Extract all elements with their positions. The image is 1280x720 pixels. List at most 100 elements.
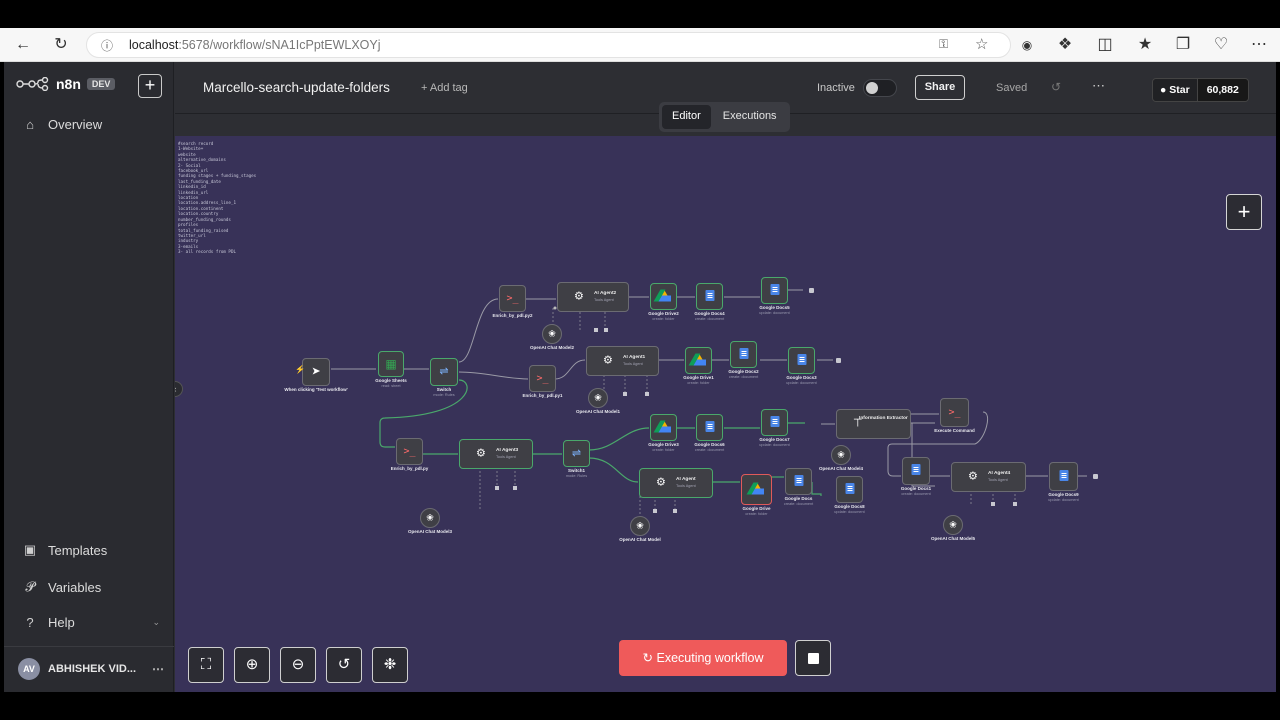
node-openai-chat-model-4[interactable]: ❀ OpenAI Chat Model4 [819,445,863,471]
node-switch-1[interactable]: ⇌ Switch1 mode: Rules [563,440,590,478]
node-information-extractor[interactable]: ⊤ Information Extractor [836,409,911,439]
node-manual-trigger[interactable]: ➤ When clicking 'Test workflow' [284,358,348,392]
node-ai-agent-4[interactable]: ⚙ AI Agent4 Tools Agent [951,462,1026,492]
node-openai-chat-model-1[interactable]: ❀ OpenAI Chat Model1 [576,388,620,414]
node-title: OpenAI Chat Model5 [930,536,975,541]
sidebar-item-label: Templates [48,542,108,558]
google-docs-icon [845,482,854,497]
add-tag-button[interactable]: + Add tag [421,82,468,94]
node-ai-agent[interactable]: ⚙ AI Agent Tools Agent [639,468,713,498]
favorites-icon[interactable]: ★ [1134,34,1156,56]
node-subtitle: create: document [901,492,931,496]
node-execute-command[interactable]: >_ Execute Command [934,398,975,433]
robot-icon: ⚙ [603,354,613,367]
back-arrow-icon[interactable]: ← [12,34,34,56]
node-title: Enrich_by_pdl.py2 [492,313,533,318]
sidebar-item-help[interactable]: ? Help ⌄ [22,615,160,630]
execute-workflow-button[interactable]: ↻ Executing workflow [619,640,787,676]
openai-icon: ❀ [837,449,845,460]
more-menu-icon[interactable]: ⋯ [1248,34,1270,56]
record-icon[interactable]: ◉ [1016,34,1038,56]
node-google-docs-8[interactable]: Google Docs8 update: document [834,476,865,514]
sidebar-item-overview[interactable]: ⌂ Overview [22,117,102,132]
sidebar-item-templates[interactable]: ▣ Templates [22,542,107,558]
stop-execution-button[interactable] [795,640,831,676]
tab-editor[interactable]: Editor [662,105,711,129]
node-subtitle: mode: Rules [565,474,588,478]
node-google-docs-6[interactable]: Google Docs6 create: document [694,414,725,452]
node-google-docs-9[interactable]: Google Docs9 update: document [1048,462,1079,502]
collections-icon[interactable]: ❐ [1172,34,1194,56]
node-google-docs[interactable]: Google Docs create: document [784,468,813,506]
github-star-button[interactable]: ● Star 60,882 [1152,78,1249,102]
user-more-icon[interactable]: ⋯ [152,662,164,676]
home-icon: ⌂ [26,117,34,132]
history-icon[interactable]: ↺ [1051,80,1061,94]
share-button[interactable]: Share [915,75,965,100]
debug-button[interactable]: ❉ [372,647,408,683]
node-google-docs-5[interactable]: Google Docs5 update: document [759,277,790,315]
google-docs-icon [705,420,714,435]
node-title: Google Docs7 [759,437,790,442]
node-enrich-pdl-1[interactable]: >_ Enrich_by_pdl.py1 [522,365,563,398]
google-docs-icon [770,283,779,298]
node-openai-chat-model-2[interactable]: ❀ OpenAI Chat Model2 [530,324,574,350]
zoom-in-button[interactable]: ⊕ [234,647,270,683]
node-title: Switch1 [567,468,585,473]
node-google-docs-4[interactable]: Google Docs4 create: document [694,283,725,321]
node-ai-agent-2[interactable]: ⚙ AI Agent2 Tools Agent [557,282,629,312]
address-bar[interactable]: ⓘ localhost:5678/workflow/sNA1IcPptEWLXO… [86,32,1011,58]
node-openai-chat-model-3[interactable]: ❀ OpenAI Chat Model3 [408,508,452,534]
extensions-icon[interactable]: ❖ [1054,34,1076,56]
node-google-docs-1[interactable]: Google Docs1 create: document [901,457,931,496]
node-title: Execute Command [934,428,975,433]
openai-icon: ❀ [548,328,556,339]
node-ai-agent-1[interactable]: ⚙ AI Agent1 Tools Agent [586,346,659,376]
node-switch[interactable]: ⇌ Switch mode: Rules [430,358,458,397]
workflow-name[interactable]: Marcello-search-update-folders [203,80,390,95]
add-node-button[interactable]: + [1226,194,1262,230]
tab-executions[interactable]: Executions [713,105,787,129]
site-info-icon[interactable]: ⓘ [101,37,113,54]
reload-icon[interactable]: ↻ [50,34,72,56]
github-star-count: 60,882 [1196,79,1248,101]
reset-zoom-button[interactable]: ↺ [326,647,362,683]
more-options-icon[interactable]: ⋯ [1092,78,1105,94]
add-workflow-button[interactable]: + [138,74,162,98]
terminal-icon: >_ [948,406,961,418]
node-google-drive-2[interactable]: Google Drive2 create: folder [648,283,679,321]
zoom-out-button[interactable]: ⊖ [280,647,316,683]
node-enrich-pdl[interactable]: >_ Enrich_by_pdl.py [391,438,428,471]
node-google-sheets[interactable]: ▦ Google Sheets read: sheet [375,351,407,388]
node-google-docs-7[interactable]: Google Docs7 update: document [759,409,790,447]
node-google-drive-3[interactable]: Google Drive3 create: folder [648,414,679,452]
node-openai-chat-model[interactable]: ❀ OpenAI Chat Model [619,516,661,542]
node-openai-chat-model-5[interactable]: ❀ OpenAI Chat Model5 [931,515,975,541]
zoom-out-icon: ⊖ [291,656,305,673]
google-docs-icon [705,289,714,304]
google-docs-icon [739,347,748,362]
node-ai-agent-3[interactable]: ⚙ AI Agent3 Tools Agent [459,439,533,469]
node-subtitle: Tools Agent [594,298,614,302]
sidebar-item-variables[interactable]: 𝓟 Variables [22,579,101,595]
browser-toolbar: ← ↻ ⓘ localhost:5678/workflow/sNA1IcPptE… [0,28,1280,62]
star-bookmark-icon[interactable]: ☆ [975,35,988,53]
active-toggle[interactable] [863,79,897,97]
node-title: OpenAI Chat Model1 [575,409,620,414]
user-menu[interactable]: AV ABHISHEK VID... ⋯ [18,658,164,680]
key-icon[interactable]: ⚿ [939,37,948,52]
google-docs-icon [770,415,779,430]
zoom-to-fit-button[interactable]: ⛶ [188,647,224,683]
split-screen-icon[interactable]: ◫ [1094,34,1116,56]
logo[interactable]: n8n DEV [16,76,116,92]
node-google-docs-2[interactable]: Google Docs2 create: document [728,341,759,379]
node-subtitle: Tools Agent [496,455,516,459]
workflow-canvas[interactable]: #search record 1-Website+ website alternati… [175,136,1276,692]
node-google-docs-3[interactable]: Google Docs3 update: document [786,347,817,385]
fit-icon: ⛶ [200,656,212,673]
browser-essentials-icon[interactable]: ♡ [1210,34,1232,56]
node-subtitle: create: document [694,317,725,321]
node-title: Google Docs3 [786,375,817,380]
openai-icon: ❀ [949,519,957,530]
node-enrich-pdl-2[interactable]: >_ Enrich_by_pdl.py2 [492,285,533,318]
